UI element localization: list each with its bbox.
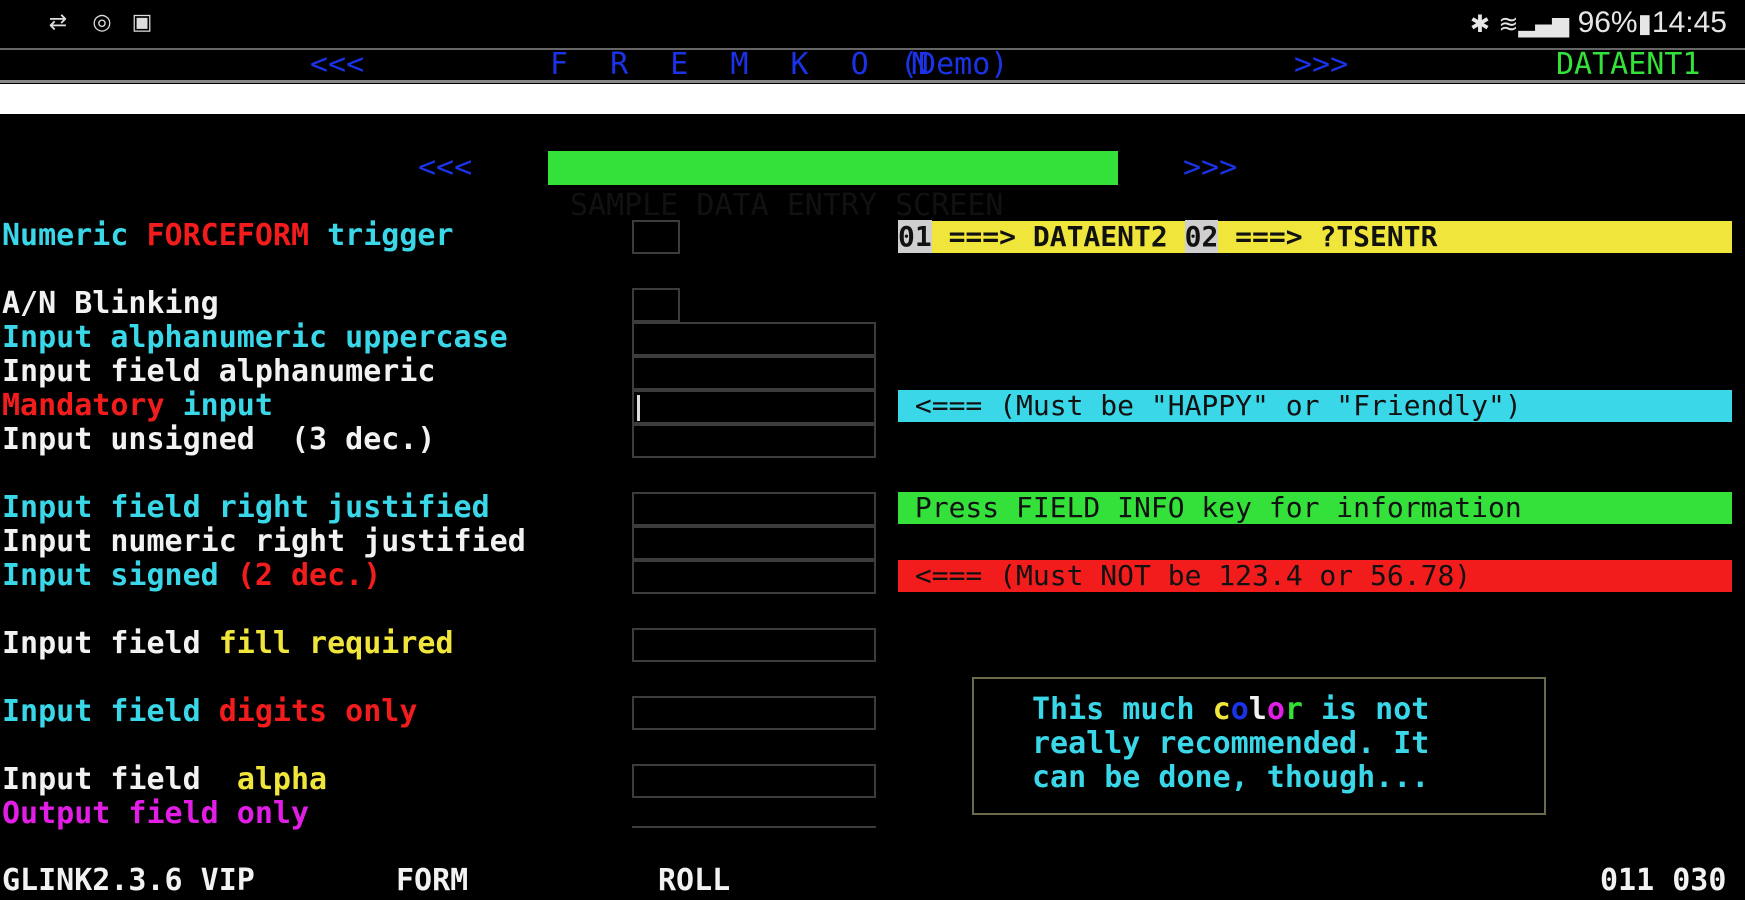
label-alphanumeric: Input field alphanumeric [2,354,436,389]
screen-title-banner: SAMPLE DATA ENTRY SCREEN [548,151,1118,223]
digits-only-input[interactable] [632,696,876,730]
nav-option-02-target[interactable]: ===> ?TSENTR [1218,220,1437,253]
nav-option-01-target[interactable]: ===> DATAENT2 [932,220,1185,253]
battery-icon: ▮ [1637,9,1652,39]
label-numeric-forceform: Numeric FORCEFORM trigger [2,218,454,253]
label-mandatory: Mandatory input [2,388,273,423]
blinking-input[interactable] [632,288,680,322]
output-field [632,826,876,828]
footer-scroll: ROLL [658,863,731,898]
unsigned-input[interactable] [632,424,876,458]
nav-option-02[interactable]: 02 [1184,220,1219,253]
status-right: ✱ ≋▂▄▆ 96%▮14:45 [1470,6,1727,43]
alpha-input[interactable] [632,764,876,798]
header-title: F R E M K O N [550,47,941,82]
wifi-icon: ≋ [1498,10,1519,38]
field-info-banner: Press FIELD INFO key for information [898,492,1732,524]
label-alpha: Input field alpha [2,762,328,797]
label-unsigned: Input unsigned (3 dec.) [2,422,436,457]
label-signed: Input signed (2 dec.) [2,558,382,593]
signal-icon: ▂▄▆ [1518,13,1570,38]
signed-input[interactable] [632,560,876,594]
status-bar: ⇄ ◎ ▣ ✱ ≋▂▄▆ 96%▮14:45 [0,0,1745,46]
alphanumeric-input[interactable] [632,356,876,390]
forceform-trigger-input[interactable] [632,220,680,254]
label-right-justified: Input field right justified [2,490,490,525]
header-bottom-rule [0,80,1745,83]
right-justified-input[interactable] [632,492,876,526]
label-fill-required: Input field fill required [2,626,454,661]
screenshot-icon: ▣ [131,10,153,35]
label-numeric-right-justified: Input numeric right justified [2,524,526,559]
happy-hint-banner: <=== (Must be "HAPPY" or "Friendly") [898,390,1732,422]
footer-cursor-position: 011 030 [1600,863,1727,898]
screen-id: DATAENT1 [1556,47,1701,82]
footer-mode: FORM [396,863,469,898]
text-cursor [637,395,640,421]
mandatory-input[interactable] [632,390,876,424]
nav-banner: 01 ===> DATAENT2 02 ===> ?TSENTR [898,220,1732,253]
color-note-box: This much color is not really recommende… [972,677,1546,815]
fill-required-input[interactable] [632,628,876,662]
clock: 14:45 [1651,6,1727,39]
bluetooth-icon: ✱ [1469,10,1490,38]
footer-version: GLINK2.3.6 VIP [2,863,255,898]
numeric-right-justified-input[interactable] [632,526,876,560]
screen-title: SAMPLE DATA ENTRY SCREEN [570,188,1004,223]
title-right-arrows[interactable]: >>> [1183,151,1237,185]
label-blinking: A/N Blinking [2,286,219,321]
sync-icon: ◎ [92,10,112,35]
label-output-only: Output field only [2,796,310,831]
header-left-arrows[interactable]: <<< [310,48,364,82]
nav-option-01[interactable]: 01 [898,220,932,253]
invalid-value-banner: <=== (Must NOT be 123.4 or 56.78) [898,560,1732,592]
transfer-icon: ⇄ [48,10,68,35]
label-digits-only: Input field digits only [2,694,418,729]
battery-level: 96% [1577,6,1638,39]
note-line-1: This much color is not [1032,692,1430,727]
uppercase-input[interactable] [632,322,876,356]
command-line-input[interactable] [0,84,1745,114]
note-line-2: really recommended. It [1032,726,1430,761]
label-uppercase: Input alphanumeric uppercase [2,320,508,355]
header-right-arrows[interactable]: >>> [1294,48,1348,82]
header-mode: (Demo) [900,47,1009,82]
note-line-3: can be done, though... [1032,760,1430,795]
title-left-arrows[interactable]: <<< [418,151,472,185]
